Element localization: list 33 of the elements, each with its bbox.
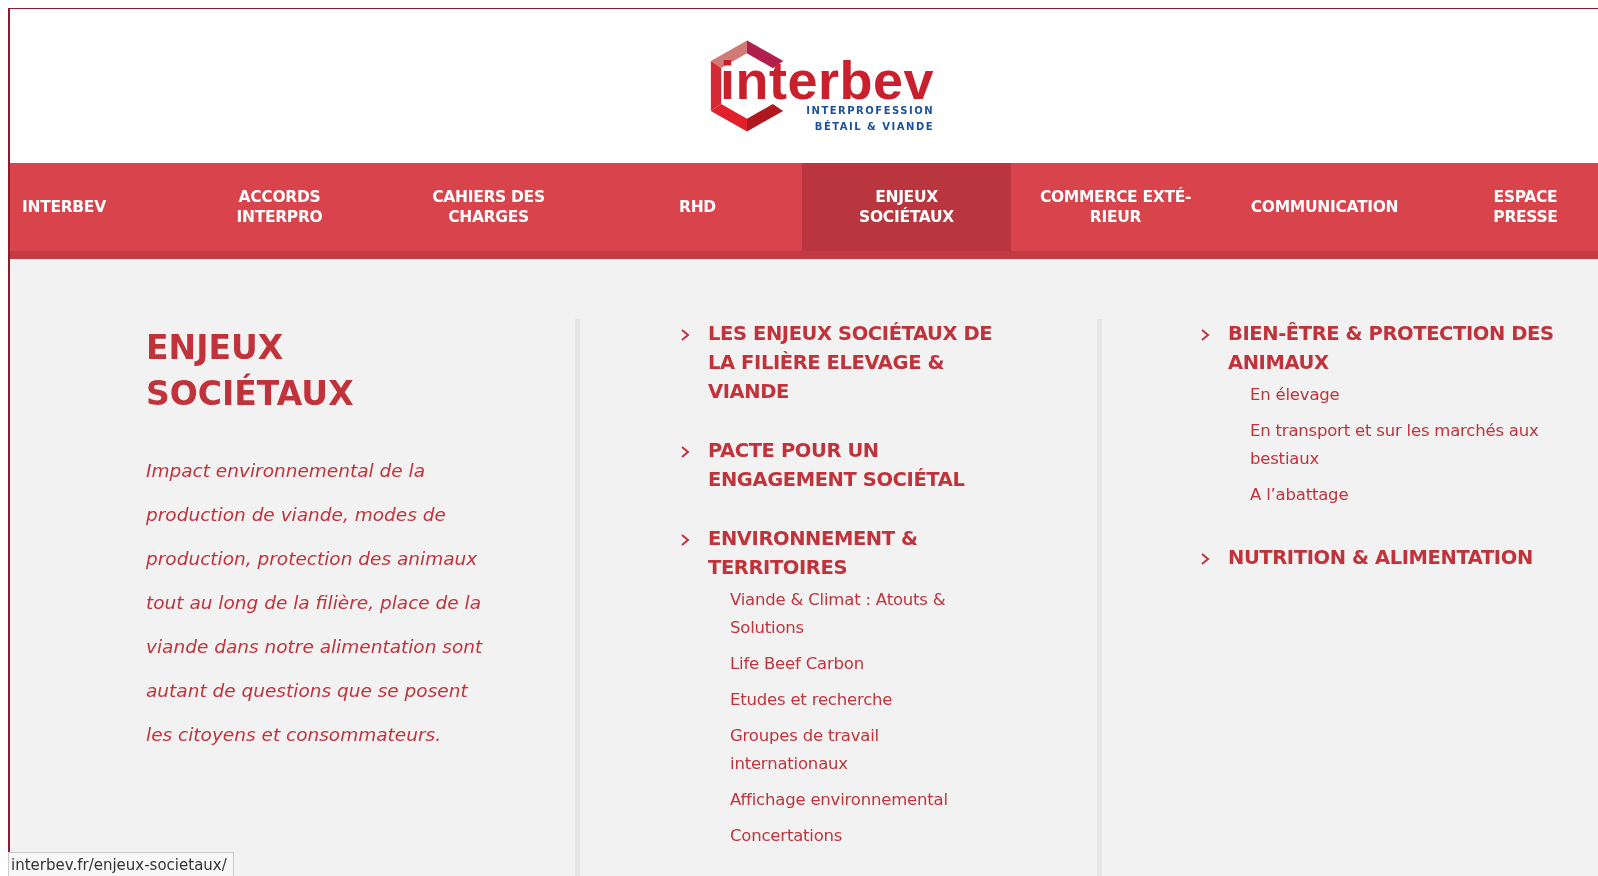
nav-link[interactable]: COMMERCE EXTÉ-RIEUR [1011,163,1220,251]
nav-link[interactable]: COMMUNICATION [1220,163,1429,251]
menu-heading-link[interactable]: PACTE POUR UN ENGAGEMENT SOCIÉTAL [708,436,1008,494]
logo-wordmark: interbev [719,57,935,103]
submenu-link[interactable]: Groupes de travail internationaux [730,722,990,778]
submenu-link[interactable]: En transport et sur les marchés aux bestiaux [1250,417,1580,473]
logo-tagline: INTERPROFESSION [806,104,935,118]
chevron-right-icon [1200,328,1210,342]
menu-heading-link[interactable]: LES ENJEUX SOCIÉTAUX DE LA FILIÈRE ELEVAGE & VIANDE [708,319,1008,406]
chevron-right-icon [680,445,690,459]
submenu-link[interactable]: En élevage [1250,381,1580,409]
submenu-link[interactable]: Life Beef Carbon [730,650,990,678]
nav-link[interactable]: ACCORDS INTERPRO [175,163,384,251]
nav-link[interactable]: ENJEUX SOCIÉTAUX [802,163,1011,251]
submenu-link[interactable]: Etudes et recherche [730,686,990,714]
nav-link[interactable]: ESPACE PRESSE [1429,163,1598,251]
submenu-link[interactable]: Viande & Climat : Atouts & Solutions [730,586,990,642]
nav-link[interactable]: RHD [593,163,802,251]
chevron-right-icon [1200,552,1210,566]
chevron-right-icon [680,328,690,342]
nav-link[interactable]: INTERBEV [10,163,175,251]
menu-heading-link[interactable]: ENVIRONNEMENT & TERRITOIRES [708,524,1008,582]
logo-tagline: BÉTAIL & VIANDE [814,119,935,134]
menu-heading-link[interactable]: BIEN-ÊTRE & PROTECTION DES ANIMAUX [1228,319,1588,377]
status-bar-url: interbev.fr/enjeux-societaux/ [8,852,234,876]
section-description: Impact environnemental de la production de viande, modes de production, protection des animaux tout au long de la filière, place de la viande dans notre alimentation sont autant de questions que se posent les citoyens et consommateurs. [146,459,484,747]
section-title: ENJEUX SOCIÉTAUX [146,327,355,415]
submenu-link[interactable]: A l’abattage [1250,481,1580,509]
chevron-right-icon [680,533,690,547]
nav-link[interactable]: CAHIERS DES CHARGES [384,163,593,251]
submenu-link[interactable]: Concertations [730,822,990,850]
submenu-link[interactable]: Affichage environnemental [730,786,990,814]
menu-heading-link[interactable]: NUTRITION & ALIMENTATION [1228,543,1588,572]
